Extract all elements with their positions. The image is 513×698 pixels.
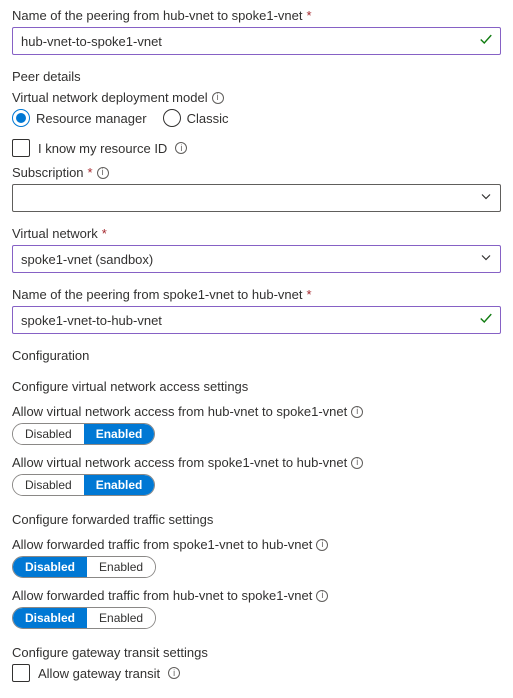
subscription-label: Subscription * i [12,165,501,180]
info-icon[interactable]: i [97,167,109,179]
checkbox-label: Allow gateway transit [38,666,160,681]
toggle-enabled[interactable]: Enabled [84,424,155,444]
label-text: Allow forwarded traffic from spoke1-vnet… [12,537,312,552]
info-icon[interactable]: i [316,539,328,551]
forwarded-hub-to-spoke-label: Allow forwarded traffic from hub-vnet to… [12,588,501,603]
radio-resource-manager[interactable]: Resource manager [12,109,147,127]
toggle-enabled[interactable]: Enabled [87,608,155,628]
chevron-down-icon [480,252,492,267]
virtual-network-label: Virtual network * [12,226,501,241]
checkbox-icon [12,664,30,682]
radio-label: Classic [187,111,229,126]
subscription-select[interactable] [12,184,501,212]
access-hub-to-spoke-label: Allow virtual network access from hub-vn… [12,404,501,419]
know-resource-id-checkbox[interactable]: I know my resource ID i [12,139,501,157]
info-icon[interactable]: i [316,590,328,602]
toggle-disabled[interactable]: Disabled [13,424,84,444]
peering-hub-to-spoke-input[interactable] [12,27,501,55]
toggle-disabled[interactable]: Disabled [13,557,87,577]
required-mark: * [307,287,312,302]
info-icon[interactable]: i [351,406,363,418]
info-icon[interactable]: i [212,92,224,104]
peering-hub-to-spoke-label: Name of the peering from hub-vnet to spo… [12,8,501,23]
radio-classic[interactable]: Classic [163,109,229,127]
label-text: Virtual network deployment model [12,90,208,105]
access-spoke-to-hub-label: Allow virtual network access from spoke1… [12,455,501,470]
gateway-transit-checkbox[interactable]: Allow gateway transit i [12,664,501,682]
forwarded-hub-to-spoke-toggle[interactable]: Disabled Enabled [12,607,156,629]
access-hub-to-spoke-toggle[interactable]: Disabled Enabled [12,423,155,445]
access-settings-title: Configure virtual network access setting… [12,379,501,394]
peering-spoke-to-hub-input[interactable] [12,306,501,334]
radio-label: Resource manager [36,111,147,126]
configuration-title: Configuration [12,348,501,363]
label-text: Allow virtual network access from hub-vn… [12,404,347,419]
required-mark: * [307,8,312,23]
chevron-down-icon [480,191,492,206]
label-text: Name of the peering from spoke1-vnet to … [12,287,303,302]
label-text: Name of the peering from hub-vnet to spo… [12,8,303,23]
forwarded-settings-title: Configure forwarded traffic settings [12,512,501,527]
info-icon[interactable]: i [351,457,363,469]
virtual-network-select[interactable]: spoke1-vnet (sandbox) [12,245,501,273]
deployment-model-label: Virtual network deployment model i [12,90,501,105]
checkbox-icon [12,139,30,157]
forwarded-spoke-to-hub-label: Allow forwarded traffic from spoke1-vnet… [12,537,501,552]
required-mark: * [102,226,107,241]
info-icon[interactable]: i [168,667,180,679]
checkbox-label: I know my resource ID [38,141,167,156]
info-icon[interactable]: i [175,142,187,154]
peering-spoke-to-hub-label: Name of the peering from spoke1-vnet to … [12,287,501,302]
label-text: Allow virtual network access from spoke1… [12,455,347,470]
radio-icon [12,109,30,127]
toggle-enabled[interactable]: Enabled [84,475,155,495]
gateway-settings-title: Configure gateway transit settings [12,645,501,660]
label-text: Subscription [12,165,84,180]
toggle-disabled[interactable]: Disabled [13,608,87,628]
peer-details-title: Peer details [12,69,501,84]
label-text: Virtual network [12,226,98,241]
access-spoke-to-hub-toggle[interactable]: Disabled Enabled [12,474,155,496]
required-mark: * [88,165,93,180]
toggle-disabled[interactable]: Disabled [13,475,84,495]
toggle-enabled[interactable]: Enabled [87,557,155,577]
select-value: spoke1-vnet (sandbox) [21,252,153,267]
radio-icon [163,109,181,127]
label-text: Allow forwarded traffic from hub-vnet to… [12,588,312,603]
forwarded-spoke-to-hub-toggle[interactable]: Disabled Enabled [12,556,156,578]
